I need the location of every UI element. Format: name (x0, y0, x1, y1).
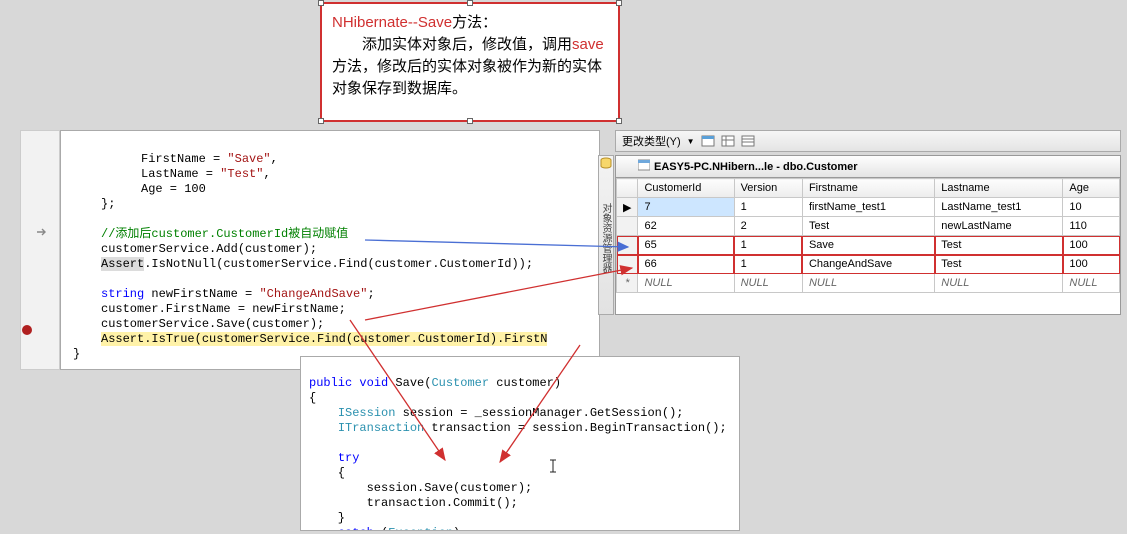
data-cell[interactable]: 110 (1063, 217, 1120, 236)
gutter-arrow-icon (35, 225, 49, 244)
column-header[interactable]: Firstname (802, 179, 934, 198)
code-line: Assert.IsNotNull(customerService.Find(cu… (101, 257, 533, 271)
code-line: session.Save(customer); (309, 481, 532, 495)
resize-handle-icon[interactable] (467, 0, 473, 6)
row-pointer-cell[interactable] (617, 255, 638, 274)
table-row[interactable]: *NULLNULLNULLNULLNULL (617, 274, 1120, 293)
resize-handle-icon[interactable] (467, 118, 473, 124)
data-cell[interactable]: ChangeAndSave (802, 255, 934, 274)
code-line: try (309, 451, 359, 465)
code-line: }; (101, 197, 115, 211)
data-cell[interactable]: newLastName (935, 217, 1063, 236)
data-cell[interactable]: 1 (734, 198, 802, 217)
object-explorer-tab[interactable]: 对象资源管理器 (598, 155, 614, 315)
dropdown-icon[interactable]: ▼ (687, 137, 695, 146)
code-line: catch (Exception) (309, 526, 460, 531)
data-cell[interactable]: Save (802, 236, 934, 255)
table-row[interactable]: ▶71firstName_test1LastName_test110 (617, 198, 1120, 217)
code-line: } (73, 347, 80, 361)
data-cell[interactable]: firstName_test1 (802, 198, 934, 217)
data-cell[interactable]: 65 (638, 236, 734, 255)
database-icon (600, 157, 612, 169)
toolbar-table-icon[interactable] (741, 134, 755, 148)
data-cell[interactable]: 2 (734, 217, 802, 236)
data-cell[interactable]: NULL (1063, 274, 1120, 293)
data-cell[interactable]: NULL (935, 274, 1063, 293)
toolbar-grid-icon[interactable] (721, 134, 735, 148)
data-cell[interactable]: 66 (638, 255, 734, 274)
code-line: } (309, 511, 345, 525)
resize-handle-icon[interactable] (318, 118, 324, 124)
toolbar-sql-icon[interactable] (701, 134, 715, 148)
code-line: { (309, 466, 345, 480)
table-icon (638, 159, 650, 174)
data-cell[interactable]: 62 (638, 217, 734, 236)
data-cell[interactable]: 100 (1063, 236, 1120, 255)
code-line: ISession session = _sessionManager.GetSe… (309, 406, 683, 420)
code-line: customerService.Save(customer); (101, 317, 324, 331)
code-line: //添加后customer.CustomerId被自动赋值 (101, 227, 348, 241)
data-cell[interactable]: NULL (638, 274, 734, 293)
data-cell[interactable]: Test (802, 217, 934, 236)
code-line: string newFirstName = "ChangeAndSave"; (101, 287, 375, 301)
code-line: transaction.Commit(); (309, 496, 518, 510)
data-cell[interactable]: Test (935, 236, 1063, 255)
column-header[interactable]: Lastname (935, 179, 1063, 198)
sql-toolbar: 更改类型(Y) ▼ (615, 130, 1121, 152)
row-pointer-cell[interactable] (617, 217, 638, 236)
change-type-dropdown[interactable]: 更改类型(Y) (622, 133, 681, 149)
data-grid[interactable]: CustomerId Version Firstname Lastname Ag… (616, 178, 1120, 293)
table-row[interactable]: 651SaveTest100 (617, 236, 1120, 255)
data-cell[interactable]: 1 (734, 255, 802, 274)
table-header-row: CustomerId Version Firstname Lastname Ag… (617, 179, 1120, 198)
table-row[interactable]: 622TestnewLastName110 (617, 217, 1120, 236)
data-cell[interactable]: 1 (734, 236, 802, 255)
code-line: public void Save(Customer customer) (309, 376, 561, 390)
data-cell[interactable]: NULL (802, 274, 934, 293)
data-tab[interactable]: EASY5-PC.NHibern...le - dbo.Customer (616, 156, 1120, 178)
column-header[interactable]: Version (734, 179, 802, 198)
data-cell[interactable]: 10 (1063, 198, 1120, 217)
code-line: FirstName = "Save", (141, 152, 278, 166)
annotation-callout: NHibernate--Save方法： 添加实体对象后，修改值，调用save方法… (320, 2, 620, 122)
row-pointer-cell[interactable]: * (617, 274, 638, 293)
resize-handle-icon[interactable] (616, 0, 622, 6)
code-line: customerService.Add(customer); (101, 242, 317, 256)
breakpoint-marker[interactable] (22, 325, 32, 335)
data-cell[interactable]: 100 (1063, 255, 1120, 274)
resize-handle-icon[interactable] (318, 0, 324, 6)
data-cell[interactable]: LastName_test1 (935, 198, 1063, 217)
code-line: Age = 100 (141, 182, 206, 196)
annotation-title: NHibernate--Save (332, 14, 452, 31)
data-cell[interactable]: NULL (734, 274, 802, 293)
code-line: Assert.IsTrue(customerService.Find(custo… (101, 332, 547, 346)
column-header[interactable]: CustomerId (638, 179, 734, 198)
code-line: { (309, 391, 316, 405)
data-grid-panel: EASY5-PC.NHibern...le - dbo.Customer Cus… (615, 155, 1121, 315)
code-editor[interactable]: FirstName = "Save", LastName = "Test", A… (60, 130, 600, 370)
row-pointer-cell[interactable] (617, 236, 638, 255)
code-line: ITransaction transaction = session.Begin… (309, 421, 727, 435)
column-header[interactable]: Age (1063, 179, 1120, 198)
code-line: LastName = "Test", (141, 167, 271, 181)
data-cell[interactable]: Test (935, 255, 1063, 274)
data-cell[interactable]: 7 (638, 198, 734, 217)
resize-handle-icon[interactable] (616, 118, 622, 124)
code-snippet[interactable]: public void Save(Customer customer) { IS… (300, 356, 740, 531)
tab-title: EASY5-PC.NHibern...le - dbo.Customer (654, 161, 858, 173)
row-pointer-cell[interactable]: ▶ (617, 198, 638, 217)
row-selector-header (617, 179, 638, 198)
table-row[interactable]: 661ChangeAndSaveTest100 (617, 255, 1120, 274)
code-line: customer.FirstName = newFirstName; (101, 302, 346, 316)
